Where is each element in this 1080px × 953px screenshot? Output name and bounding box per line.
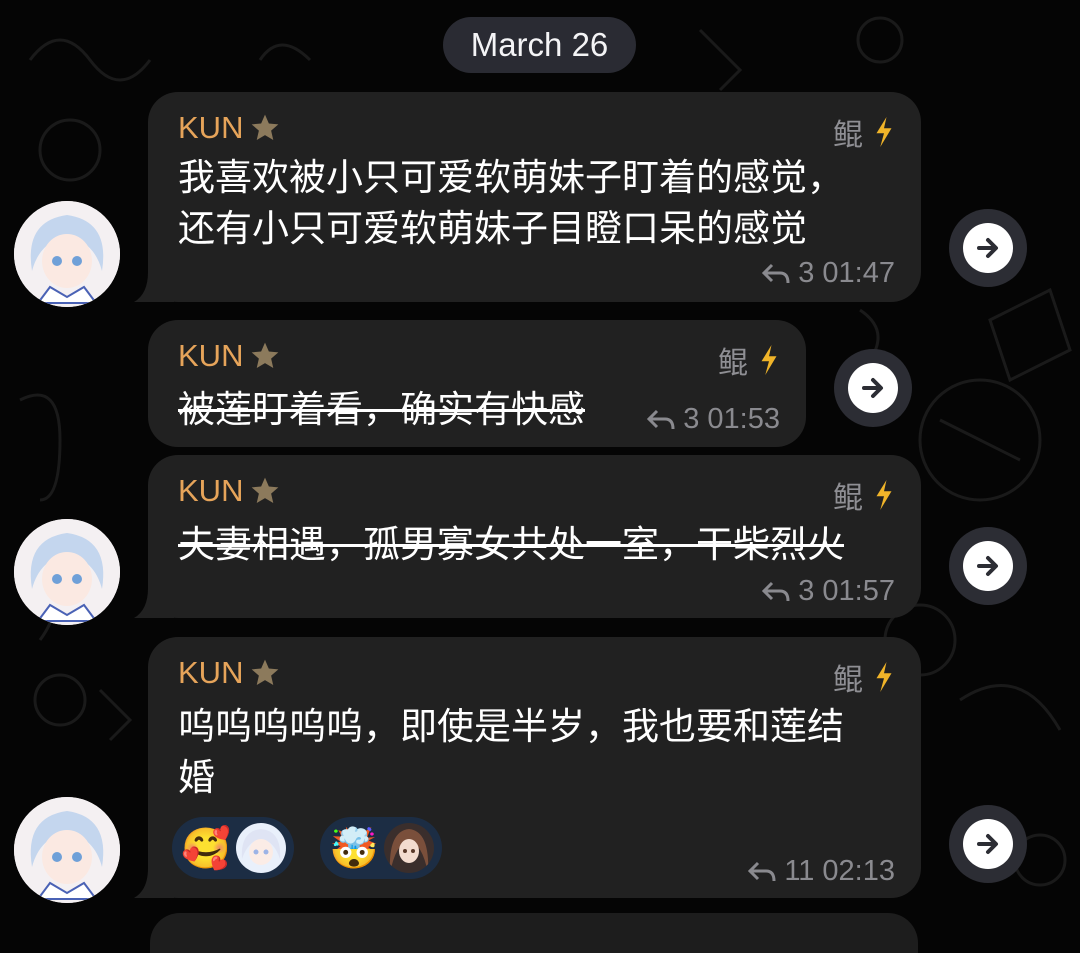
- avatar[interactable]: [14, 797, 120, 903]
- reply-count: 3: [798, 575, 815, 607]
- message-meta: 3 01:57: [762, 575, 895, 608]
- next-message-bubble[interactable]: [150, 913, 918, 953]
- reaction-chip[interactable]: 🤯: [320, 817, 442, 879]
- anime-avatar-icon: [14, 519, 120, 625]
- forward-button[interactable]: [949, 209, 1027, 287]
- message-meta: 3 01:47: [762, 257, 895, 290]
- member-tag: 鲲: [833, 473, 895, 517]
- message-line: 我喜欢被小只可爱软萌妹子盯着的感觉，: [178, 156, 844, 199]
- sender-label: KUN: [178, 110, 244, 145]
- message-bubble[interactable]: KUN 鲲 被莲盯着看，确实有快感 3 01:53: [148, 320, 806, 447]
- reply-arrow-icon: [762, 581, 790, 601]
- message-text: 夫妻相遇，孤男寡女共处一室，干柴烈火: [178, 519, 844, 570]
- forward-arrow-icon: [862, 378, 883, 398]
- reaction-chip[interactable]: 🥰: [172, 817, 294, 879]
- member-tag: 鲲: [833, 110, 895, 154]
- star-icon: [252, 659, 279, 685]
- lightning-icon: [876, 117, 892, 147]
- tag-label: 鲲: [833, 481, 863, 516]
- message-line: 夫妻相遇，孤男寡女共处一室，干柴烈火: [178, 523, 844, 566]
- sender-name[interactable]: KUN: [178, 655, 281, 691]
- message-time: 02:13: [822, 855, 895, 887]
- message-text: 被莲盯着看，确实有快感: [178, 384, 585, 435]
- reply-arrow-icon: [762, 263, 790, 283]
- anime-avatar-icon: [14, 797, 120, 903]
- sender-label: KUN: [178, 655, 244, 690]
- forward-button[interactable]: [949, 527, 1027, 605]
- bubble-tail: [134, 868, 174, 898]
- forward-arrow-icon: [977, 834, 998, 854]
- reactor-avatar: [384, 823, 434, 873]
- reply-arrow-icon: [748, 861, 776, 881]
- message-meta: 11 02:13: [748, 855, 895, 888]
- bubble-tail: [134, 272, 174, 302]
- smiling-face-with-hearts-icon: 🥰: [181, 825, 231, 872]
- message-line: 婚: [178, 756, 215, 799]
- reply-arrow-icon: [647, 409, 675, 429]
- forward-button[interactable]: [949, 805, 1027, 883]
- reply-count: 3: [683, 403, 700, 435]
- message-line: 还有小只可爱软萌妹子目瞪口呆的感觉: [178, 207, 807, 250]
- forward-arrow-icon: [977, 556, 998, 576]
- sender-label: KUN: [178, 338, 244, 373]
- star-icon: [252, 477, 279, 503]
- tag-label: 鲲: [718, 346, 748, 381]
- member-tag: 鲲: [833, 655, 895, 699]
- reactor-avatar: [236, 823, 286, 873]
- message-text: 我喜欢被小只可爱软萌妹子盯着的感觉， 还有小只可爱软萌妹子目瞪口呆的感觉: [178, 152, 844, 254]
- lightning-icon: [761, 345, 777, 375]
- avatar[interactable]: [14, 201, 120, 307]
- message-line: 被莲盯着看，确实有快感: [178, 388, 585, 431]
- sender-name[interactable]: KUN: [178, 473, 281, 509]
- reply-count: 3: [798, 257, 815, 289]
- anime-avatar-icon: [14, 201, 120, 307]
- sender-name[interactable]: KUN: [178, 110, 281, 146]
- message-time: 01:53: [707, 403, 780, 435]
- message-text: 呜呜呜呜呜，即使是半岁，我也要和莲结 婚: [178, 701, 844, 803]
- sender-name[interactable]: KUN: [178, 338, 281, 374]
- sender-label: KUN: [178, 473, 244, 508]
- avatar[interactable]: [14, 519, 120, 625]
- bubble-tail: [134, 588, 174, 618]
- lightning-icon: [876, 662, 892, 692]
- message-bubble[interactable]: KUN 鲲 呜呜呜呜呜，即使是半岁，我也要和莲结 婚 🥰 🤯 11 02:13: [134, 637, 921, 898]
- message-time: 01:57: [822, 575, 895, 607]
- forward-button[interactable]: [834, 349, 912, 427]
- star-icon: [252, 114, 279, 140]
- tag-label: 鲲: [833, 118, 863, 153]
- forward-arrow-icon: [977, 238, 998, 258]
- tag-label: 鲲: [833, 663, 863, 698]
- message-meta: 3 01:53: [647, 403, 780, 436]
- message-time: 01:47: [822, 257, 895, 289]
- message-bubble[interactable]: KUN 鲲 夫妻相遇，孤男寡女共处一室，干柴烈火 3 01:57: [134, 455, 921, 618]
- exploding-head-icon: 🤯: [329, 825, 379, 872]
- reply-count: 11: [784, 855, 815, 887]
- lightning-icon: [876, 480, 892, 510]
- message-line: 呜呜呜呜呜，即使是半岁，我也要和莲结: [178, 705, 844, 748]
- star-icon: [252, 342, 279, 368]
- message-bubble[interactable]: KUN 鲲 我喜欢被小只可爱软萌妹子盯着的感觉， 还有小只可爱软萌妹子目瞪口呆的…: [134, 92, 921, 302]
- date-separator: March 26: [443, 17, 636, 73]
- member-tag: 鲲: [718, 338, 780, 382]
